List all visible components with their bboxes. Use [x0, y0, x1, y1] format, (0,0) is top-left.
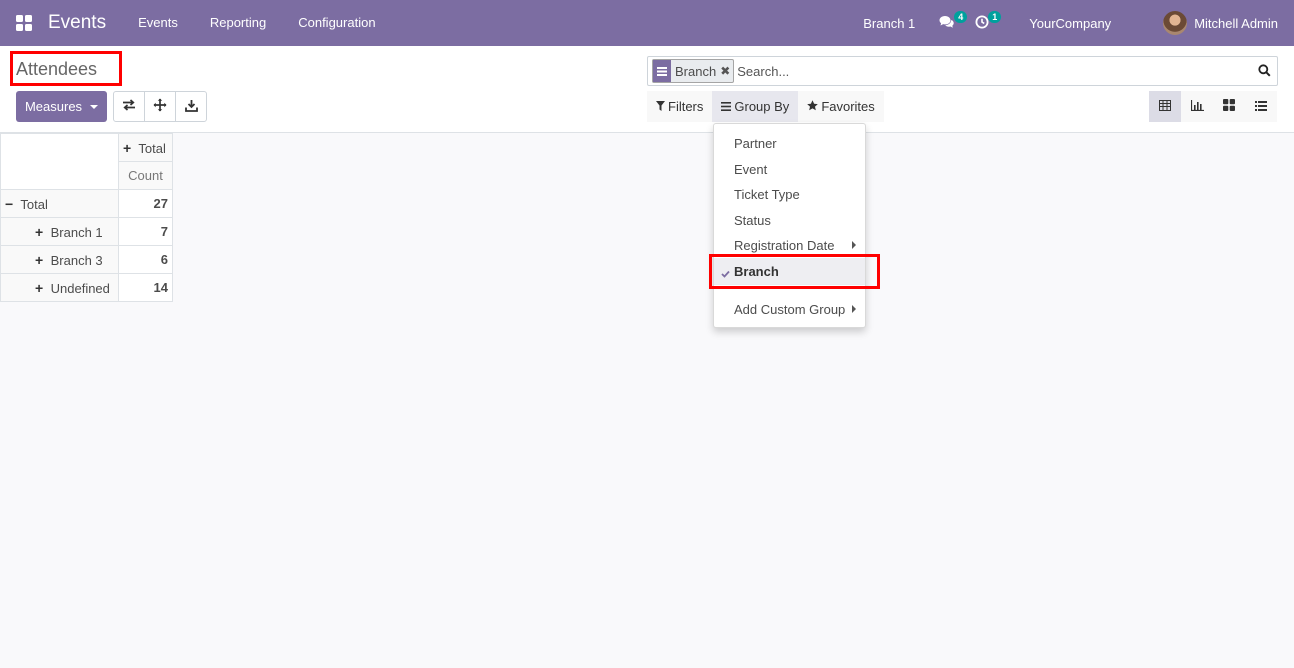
view-graph-button[interactable]	[1181, 91, 1213, 122]
option-label: Partner	[734, 135, 777, 151]
option-label: Add Custom Group	[734, 301, 846, 317]
apps-menu-icon[interactable]	[0, 0, 48, 46]
clock-icon	[975, 15, 989, 32]
plus-icon: +	[35, 223, 44, 240]
user-menu[interactable]: Mitchell Admin	[1149, 0, 1294, 46]
menu-events[interactable]: Events	[122, 0, 194, 46]
favorites-label: Favorites	[821, 99, 875, 114]
groupby-dropdown: Partner Event Ticket Type Status Registr…	[713, 123, 866, 328]
minus-icon: −	[5, 195, 14, 212]
caret-right-icon	[852, 305, 856, 313]
facet-remove-icon[interactable]: ✖	[720, 64, 733, 78]
messaging-menu[interactable]: 4	[933, 0, 969, 46]
pivot-cell-total[interactable]: 27	[118, 189, 173, 218]
download-icon	[184, 99, 198, 115]
download-button[interactable]	[175, 91, 207, 122]
menu-configuration[interactable]: Configuration	[282, 0, 391, 46]
option-label: Registration Date	[734, 237, 835, 253]
top-navbar: Events Events Reporting Configuration Br…	[0, 0, 1294, 46]
avatar	[1163, 11, 1188, 35]
pivot-table: + Total Count − Total 27 + Branch 1 7 + …	[0, 133, 173, 302]
pivot-cell[interactable]: 6	[118, 245, 173, 274]
search-bar: Branch ✖	[647, 56, 1278, 86]
pivot-actions	[113, 91, 207, 122]
option-label: Branch	[734, 263, 779, 279]
facet-value: Branch	[675, 63, 717, 79]
favorites-toggle[interactable]: Favorites	[798, 91, 884, 122]
pivot-measure-header[interactable]: Count	[118, 161, 173, 190]
groupby-option-ticket-type[interactable]: Ticket Type	[714, 181, 865, 207]
app-name[interactable]: Events	[48, 12, 106, 34]
pivot-row-header[interactable]: + Undefined	[0, 273, 119, 302]
company-switcher[interactable]: YourCompany	[1015, 0, 1149, 46]
view-kanban-button[interactable]	[1213, 91, 1245, 122]
plus-icon: +	[123, 139, 132, 156]
option-label: Event	[734, 161, 768, 177]
measures-button[interactable]: Measures	[16, 91, 107, 122]
add-custom-group[interactable]: Add Custom Group	[714, 296, 865, 322]
filters-toggle[interactable]: Filters	[647, 91, 713, 122]
branch-switcher[interactable]: Branch 1	[849, 0, 933, 46]
page-title: Attendees	[16, 59, 98, 79]
systray: Branch 1 4 1 YourCompany Mitchell Admin	[849, 0, 1294, 46]
chat-icon	[939, 15, 955, 32]
view-list-button[interactable]	[1245, 91, 1277, 122]
filters-label: Filters	[668, 99, 704, 114]
groupby-option-branch[interactable]: Branch	[714, 258, 865, 284]
pivot-row-label: Branch 1	[50, 224, 103, 240]
main-menu: Events Reporting Configuration	[122, 0, 391, 46]
caret-right-icon	[852, 241, 856, 249]
dropdown-divider	[714, 284, 865, 285]
pivot-corner	[0, 133, 119, 190]
th-large-icon	[1223, 99, 1235, 114]
check-icon	[721, 266, 730, 281]
groupby-option-status[interactable]: Status	[714, 207, 865, 233]
table-icon	[1159, 99, 1171, 114]
pivot-row-label: Branch 3	[50, 252, 103, 268]
expand-all-button[interactable]	[144, 91, 176, 122]
groupby-option-registration-date[interactable]: Registration Date	[714, 232, 865, 258]
view-switcher	[1149, 91, 1277, 122]
search-input[interactable]	[737, 63, 1238, 79]
activity-menu[interactable]: 1	[969, 0, 1015, 46]
search-options: Filters Group By Favorites	[647, 91, 884, 122]
pivot-row-header[interactable]: + Branch 3	[0, 245, 119, 274]
menu-reporting[interactable]: Reporting	[194, 0, 282, 46]
groupby-toggle[interactable]: Group By	[712, 91, 799, 122]
groupby-option-event[interactable]: Event	[714, 156, 865, 182]
plus-icon: +	[35, 279, 44, 296]
pivot-cell[interactable]: 7	[118, 217, 173, 246]
list-icon	[1255, 99, 1267, 114]
pivot-cell[interactable]: 14	[118, 273, 173, 302]
groupby-option-partner[interactable]: Partner	[714, 130, 865, 156]
view-pivot-button[interactable]	[1149, 91, 1181, 122]
control-panel: Attendees Measures Branch ✖ Search... Fi…	[0, 46, 1294, 133]
pivot-row-header-total[interactable]: − Total	[0, 189, 119, 218]
pivot-col-header[interactable]: + Total	[118, 133, 173, 162]
option-label: Ticket Type	[734, 186, 800, 202]
groupby-label: Group By	[734, 99, 790, 114]
pivot-row-label: Undefined	[50, 280, 110, 296]
arrows-icon	[153, 98, 167, 115]
option-label: Status	[734, 212, 771, 228]
search-icon[interactable]	[1258, 64, 1271, 80]
user-name: Mitchell Admin	[1194, 15, 1278, 31]
bars-icon	[721, 99, 734, 114]
groupby-facet-icon	[653, 60, 671, 82]
measures-label: Measures	[24, 99, 83, 114]
pivot-col-header-label: Total	[138, 140, 166, 156]
search-facet: Branch ✖	[652, 59, 735, 83]
pivot-row-total-label: Total	[20, 196, 48, 212]
bar-chart-icon	[1190, 99, 1204, 114]
flip-axis-button[interactable]	[113, 91, 145, 122]
messages-badge: 4	[954, 11, 968, 23]
filter-icon	[656, 99, 668, 114]
star-icon	[807, 99, 821, 114]
plus-icon: +	[35, 251, 44, 268]
activities-badge: 1	[988, 11, 1002, 23]
pivot-row-header[interactable]: + Branch 1	[0, 217, 119, 246]
exchange-icon	[122, 99, 136, 114]
caret-down-icon	[90, 104, 99, 109]
